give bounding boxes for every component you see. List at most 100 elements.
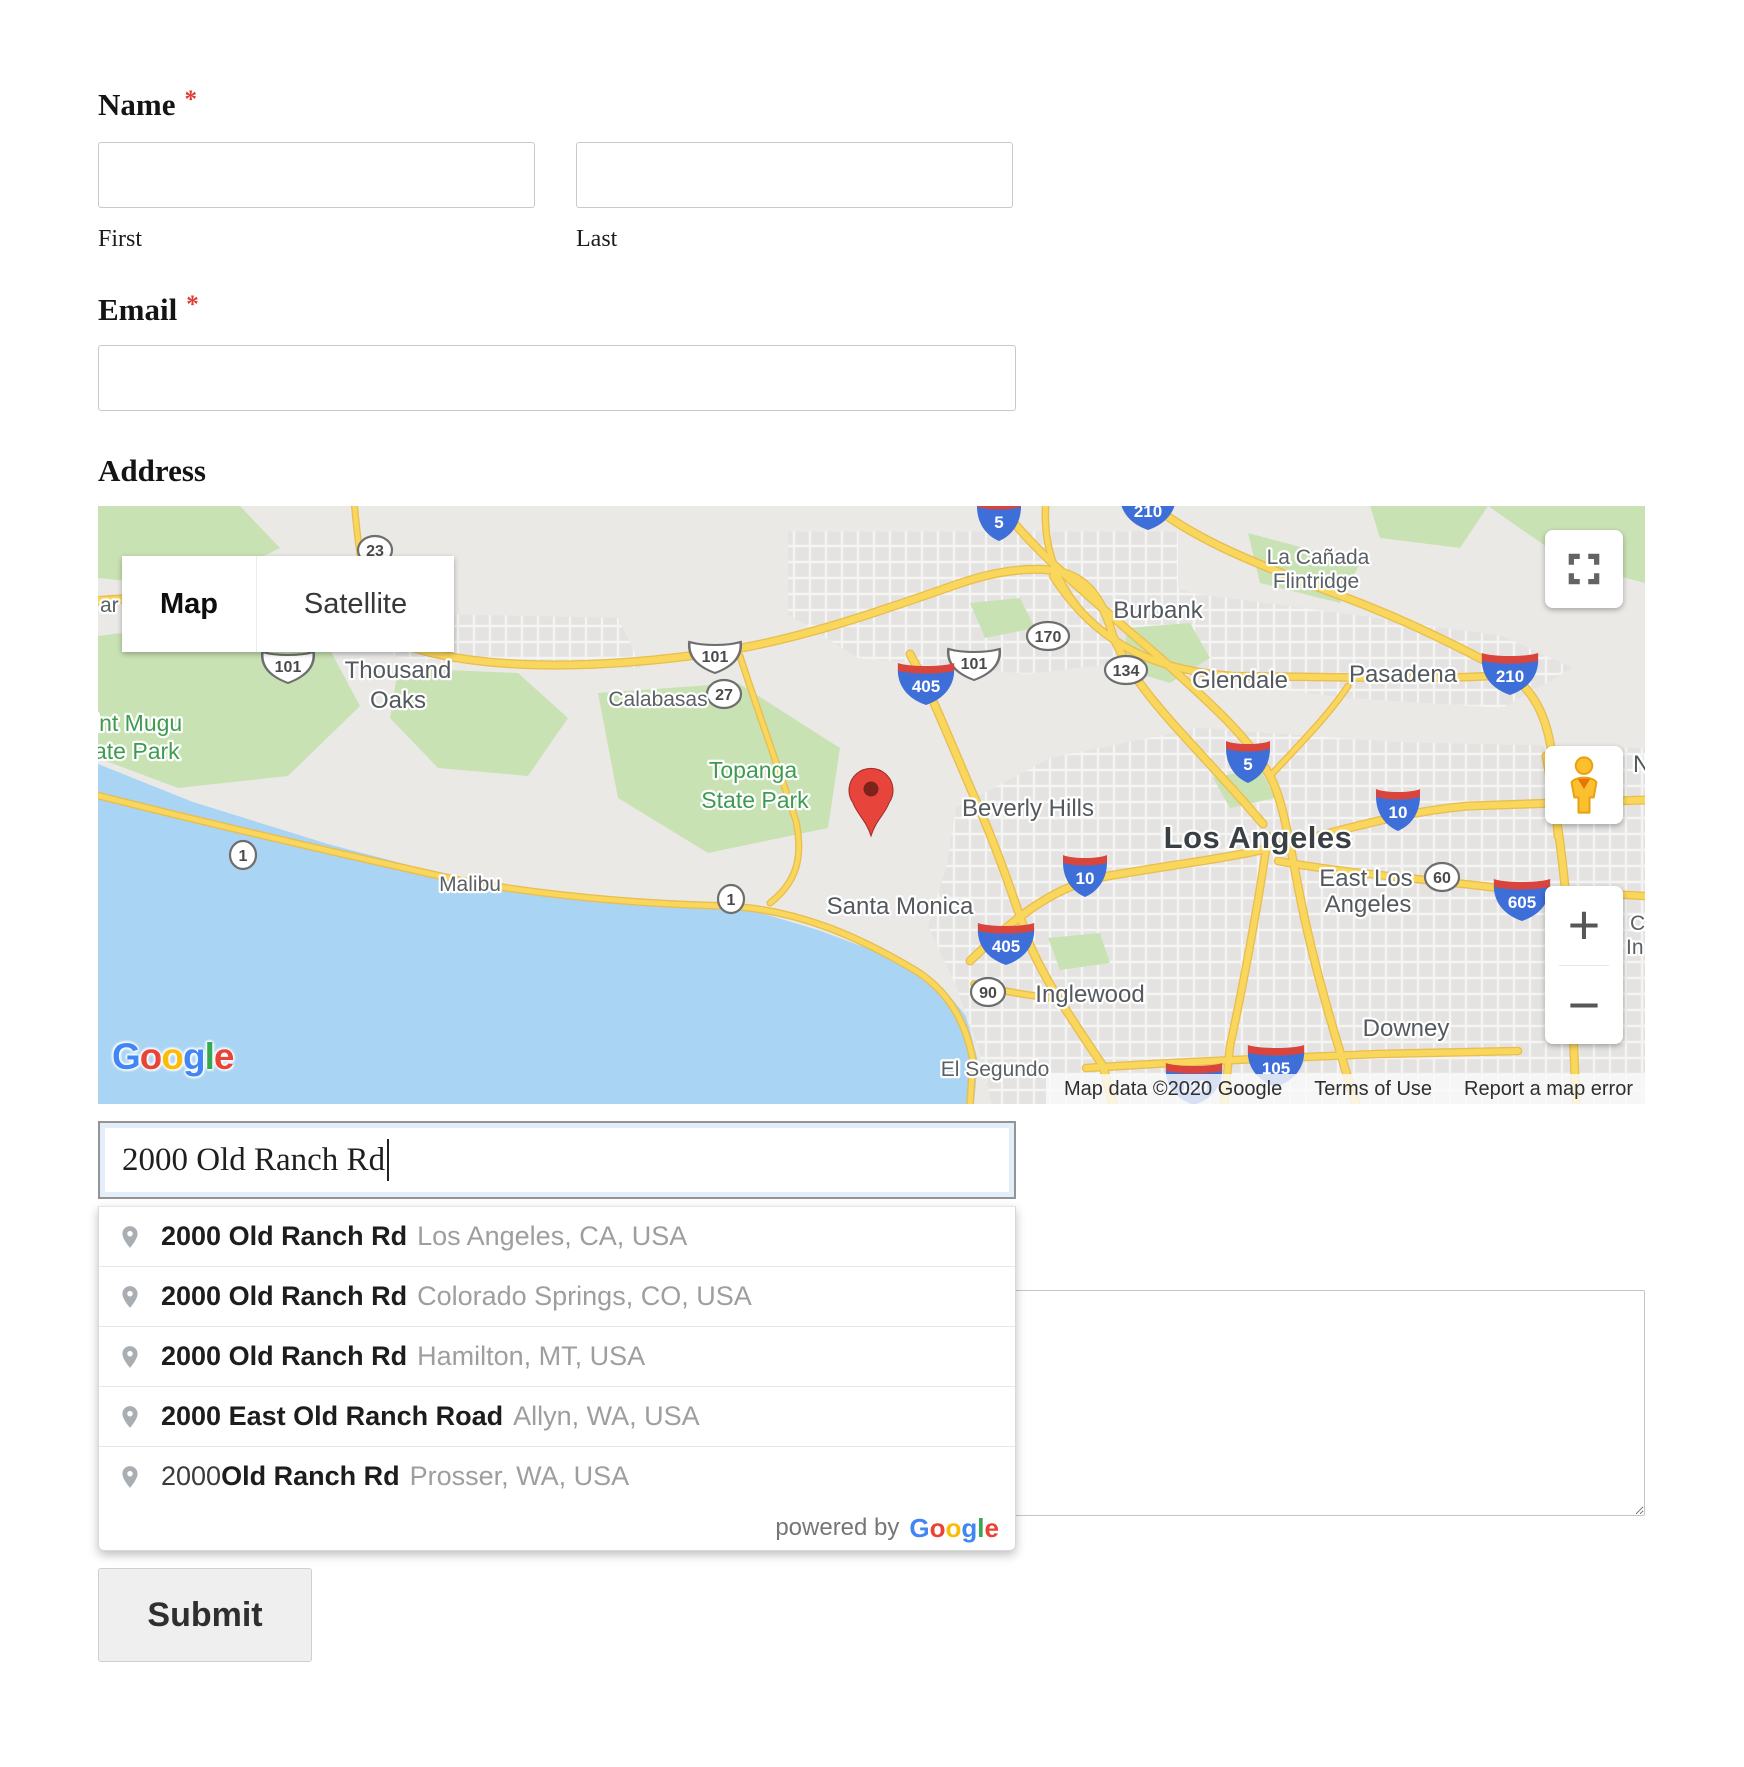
- svg-text:60: 60: [1433, 870, 1451, 887]
- address-field-label: Address: [98, 453, 206, 489]
- map-label: State Park: [701, 787, 809, 813]
- suggestion-secondary: Los Angeles, CA, USA: [417, 1221, 687, 1252]
- first-name-input[interactable]: [98, 142, 535, 208]
- map-label: Thousand: [345, 657, 452, 684]
- suggestion-item[interactable]: 2000 Old Ranch Rd Hamilton, MT, USA: [99, 1326, 1015, 1386]
- suggestion-secondary: Prosser, WA, USA: [410, 1461, 630, 1492]
- last-name-caption: Last: [576, 226, 617, 253]
- satellite-view-button[interactable]: Satellite: [256, 556, 454, 652]
- location-pin-icon: [117, 1401, 143, 1433]
- google-logo-letter: o: [161, 1036, 183, 1077]
- google-logo-letter: e: [985, 1513, 999, 1543]
- powered-by-google: powered by Google: [99, 1506, 1015, 1550]
- suggestion-secondary: Hamilton, MT, USA: [417, 1341, 645, 1372]
- map-data-text: Map data ©2020 Google: [1064, 1078, 1282, 1101]
- map-label: Beverly Hills: [962, 795, 1094, 822]
- suggestion-item[interactable]: 2000 East Old Ranch Road Allyn, WA, USA: [99, 1386, 1015, 1446]
- address-suggestions-dropdown: 2000 Old Ranch Rd Los Angeles, CA, USA 20…: [98, 1206, 1016, 1551]
- location-pin-icon: [117, 1221, 143, 1253]
- svg-text:1: 1: [239, 848, 248, 865]
- address-input-value: 2000 Old Ranch Rd: [122, 1142, 385, 1179]
- svg-text:134: 134: [1113, 663, 1140, 680]
- name-label-text: Name: [98, 87, 175, 122]
- last-name-input[interactable]: [576, 142, 1013, 208]
- terms-of-use-link[interactable]: Terms of Use: [1314, 1078, 1432, 1101]
- pegman-button[interactable]: [1545, 746, 1623, 824]
- suggestion-main: 2000 Old Ranch Rd: [161, 1221, 407, 1252]
- map-label: East Los: [1319, 865, 1412, 892]
- email-input[interactable]: [98, 345, 1016, 411]
- svg-text:1: 1: [727, 892, 736, 909]
- suggestion-item[interactable]: 2000 Old Ranch Rd Los Angeles, CA, USA: [99, 1207, 1015, 1266]
- email-label-text: Email: [98, 292, 177, 327]
- map-type-control: Map Satellite: [122, 556, 454, 652]
- map-label: Topanga: [709, 757, 797, 783]
- map-label: C: [1630, 912, 1645, 935]
- google-logo-letter: G: [112, 1036, 140, 1077]
- map-label: Oaks: [370, 687, 426, 714]
- svg-text:5: 5: [1243, 755, 1252, 774]
- svg-text:5: 5: [994, 513, 1003, 532]
- location-pin-icon: [117, 1461, 143, 1493]
- map-label: Angeles: [1325, 891, 1412, 918]
- fullscreen-button[interactable]: [1545, 530, 1623, 608]
- map-label: El Segundo: [941, 1058, 1050, 1081]
- suggestion-item[interactable]: 2000 Old Ranch Rd Prosser, WA, USA: [99, 1446, 1015, 1506]
- map-label: Downey: [1363, 1015, 1450, 1042]
- google-watermark[interactable]: Google: [112, 1036, 233, 1078]
- google-logo-letter: l: [205, 1036, 214, 1077]
- report-map-error-link[interactable]: Report a map error: [1464, 1078, 1633, 1101]
- required-asterisk: *: [186, 291, 199, 318]
- map-label: La Cañada: [1267, 546, 1370, 569]
- map-label: ar: [100, 594, 119, 617]
- map-attribution: Map data ©2020 Google Terms of Use Repor…: [1046, 1074, 1645, 1104]
- suggestion-secondary: Allyn, WA, USA: [513, 1401, 700, 1432]
- zoom-control: + −: [1545, 886, 1623, 1044]
- map-label: Flintridge: [1273, 570, 1359, 593]
- zoom-out-button[interactable]: −: [1545, 966, 1623, 1045]
- suggestion-prefix: 2000: [161, 1461, 221, 1492]
- svg-text:27: 27: [715, 687, 733, 704]
- map-label: Santa Monica: [827, 893, 974, 920]
- google-logo-letter: o: [930, 1513, 946, 1543]
- map-canvas[interactable]: 1011011012327170134119060521040540551010…: [98, 506, 1645, 1104]
- suggestion-main: Old Ranch Rd: [221, 1461, 400, 1492]
- map-view-button[interactable]: Map: [122, 556, 256, 652]
- location-pin-icon: [117, 1341, 143, 1373]
- map-label: In: [1626, 936, 1644, 959]
- suggestion-main: 2000 Old Ranch Rd: [161, 1341, 407, 1372]
- zoom-in-button[interactable]: +: [1545, 886, 1623, 965]
- address-input[interactable]: 2000 Old Ranch Rd: [98, 1121, 1016, 1199]
- suggestion-item[interactable]: 2000 Old Ranch Rd Colorado Springs, CO, U…: [99, 1266, 1015, 1326]
- fullscreen-icon: [1565, 550, 1603, 588]
- svg-text:405: 405: [992, 937, 1020, 956]
- suggestion-main: 2000 East Old Ranch Road: [161, 1401, 503, 1432]
- suggestion-secondary: Colorado Springs, CO, USA: [417, 1281, 752, 1312]
- svg-text:101: 101: [275, 659, 302, 676]
- google-logo: Google: [909, 1513, 999, 1544]
- google-logo-letter: g: [961, 1513, 977, 1543]
- map-label: Calabasas: [608, 688, 707, 711]
- svg-text:210: 210: [1496, 667, 1524, 686]
- location-pin-icon: [117, 1281, 143, 1313]
- location-marker[interactable]: [849, 768, 893, 836]
- first-name-caption: First: [98, 226, 142, 253]
- submit-button[interactable]: Submit: [98, 1568, 312, 1662]
- google-logo-letter: o: [140, 1036, 162, 1077]
- name-field-label: Name*: [98, 86, 197, 123]
- svg-text:101: 101: [961, 656, 988, 673]
- google-logo-letter: G: [909, 1513, 929, 1543]
- map-label: Burbank: [1113, 597, 1203, 624]
- map-label: ate Park: [98, 738, 180, 764]
- svg-text:90: 90: [979, 985, 997, 1002]
- pegman-icon: [1563, 756, 1605, 814]
- email-field-label: Email *: [98, 291, 199, 328]
- google-logo-letter: l: [977, 1513, 984, 1543]
- map-label: Glendale: [1192, 667, 1288, 694]
- map-label: Inglewood: [1035, 981, 1144, 1008]
- google-logo-letter: e: [214, 1036, 234, 1077]
- map-label: int Mugu: [98, 710, 182, 736]
- map-label: Los Angeles: [1164, 820, 1353, 855]
- svg-text:10: 10: [1389, 803, 1408, 822]
- suggestion-main: 2000 Old Ranch Rd: [161, 1281, 407, 1312]
